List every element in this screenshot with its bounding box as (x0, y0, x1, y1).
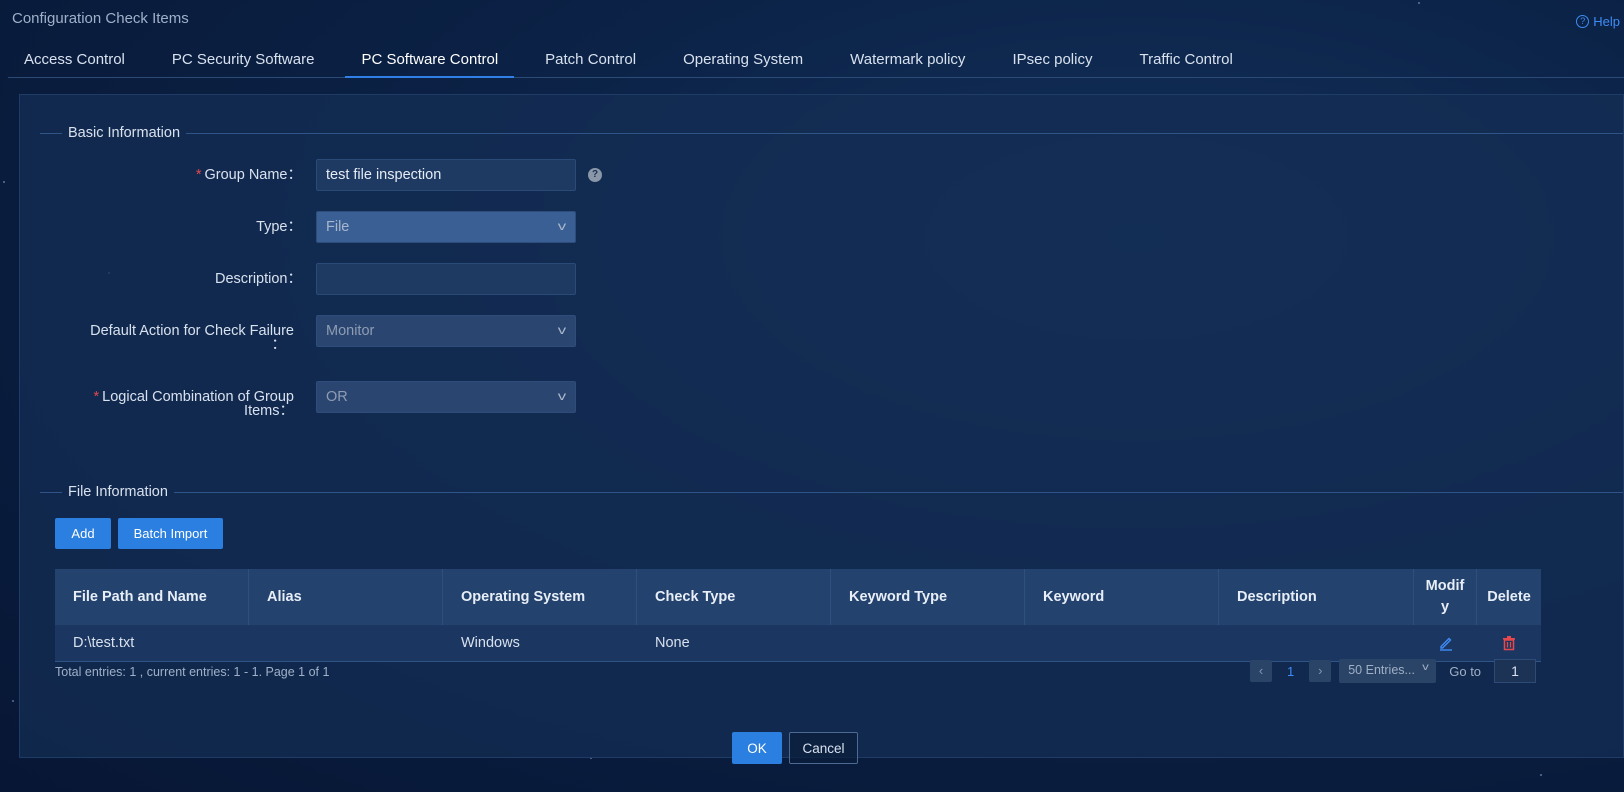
column-header: Keyword Type (831, 569, 1025, 625)
prev-page-button[interactable]: ‹ (1250, 660, 1272, 682)
cell-os: Windows (461, 635, 520, 651)
section-title: Basic Information (68, 125, 181, 141)
tab-pc-security-software[interactable]: PC Security Software (156, 44, 331, 78)
cell-keyword (1025, 625, 1219, 661)
column-header: Check Type (637, 569, 831, 625)
type-row: Type： File v (20, 211, 640, 243)
cell-alias (249, 625, 443, 661)
required-marker: * (195, 167, 202, 183)
batch-import-button[interactable]: Batch Import (118, 518, 223, 549)
tab-traffic-control[interactable]: Traffic Control (1123, 44, 1248, 78)
column-header: Keyword (1025, 569, 1219, 625)
type-label: Type： (256, 219, 302, 235)
description-label: Description： (214, 271, 302, 287)
help-link[interactable]: ? Help (1576, 14, 1620, 29)
tab-bar: Access Control PC Security Software PC S… (8, 44, 1624, 78)
type-select-value: File (326, 219, 350, 235)
column-header: Description (1219, 569, 1414, 625)
help-tooltip-icon[interactable]: ? (588, 168, 602, 182)
table-row: D:\test.txt Windows None (55, 625, 1541, 662)
default-action-row: Default Action for Check Failure ： Monit… (20, 315, 640, 355)
logical-combination-select[interactable]: OR v (316, 381, 576, 413)
pagination-summary: Total entries: 1 , current entries: 1 - … (55, 665, 330, 679)
tab-watermark-policy[interactable]: Watermark policy (834, 44, 981, 78)
cancel-button[interactable]: Cancel (789, 732, 858, 764)
section-title: File Information (68, 484, 168, 500)
description-input[interactable] (316, 263, 576, 295)
column-header: Modif y (1414, 569, 1477, 625)
help-label: Help (1593, 14, 1620, 29)
chevron-down-icon: v (557, 219, 567, 233)
tab-ipsec-policy[interactable]: IPsec policy (996, 44, 1108, 78)
logical-combination-select-value: OR (326, 389, 348, 405)
column-header: File Path and Name (55, 569, 249, 625)
table-body: D:\test.txt Windows None (55, 625, 1541, 662)
question-circle-icon: ? (1576, 15, 1590, 28)
description-row: Description： (20, 263, 640, 295)
current-page-number[interactable]: 1 (1287, 664, 1294, 679)
file-table: File Path and Name Alias Operating Syste… (55, 569, 1541, 662)
group-name-label: * Group Name： (195, 167, 302, 183)
logical-combination-label: * Logical Combination of Group Items： (93, 389, 295, 419)
add-button[interactable]: Add (55, 518, 111, 549)
delete-icon[interactable] (1477, 625, 1541, 661)
table-header: File Path and Name Alias Operating Syste… (55, 569, 1541, 625)
tab-access-control[interactable]: Access Control (8, 44, 141, 78)
chevron-down-icon: v (557, 323, 567, 337)
column-header: Alias (249, 569, 443, 625)
type-select[interactable]: File v (316, 211, 576, 243)
chevron-down-icon: v (1422, 662, 1429, 673)
star-decoration (3, 181, 5, 183)
cell-keyword-type (831, 625, 1025, 661)
edit-icon[interactable] (1414, 625, 1477, 661)
file-info-section-header: File Information (40, 482, 1623, 502)
default-action-select[interactable]: Monitor v (316, 315, 576, 347)
group-name-input[interactable]: test file inspection (316, 159, 576, 191)
goto-page-input[interactable]: 1 (1494, 659, 1537, 683)
cell-check-type: None (655, 635, 690, 651)
star-decoration (1418, 2, 1420, 4)
tab-operating-system[interactable]: Operating System (667, 44, 819, 78)
column-header: Operating System (443, 569, 637, 625)
star-decoration (12, 700, 14, 702)
page-size-select[interactable]: 50 Entries... v (1339, 659, 1437, 683)
basic-info-section-header: Basic Information (40, 123, 1623, 143)
config-panel: Basic Information * Group Name： test file… (19, 94, 1624, 758)
star-decoration (1540, 774, 1542, 776)
goto-label: Go to (1449, 663, 1482, 679)
default-action-select-value: Monitor (326, 323, 375, 339)
required-marker: * (93, 389, 100, 405)
logical-combination-row: * Logical Combination of Group Items： OR … (20, 381, 640, 421)
tab-pc-software-control[interactable]: PC Software Control (345, 44, 515, 78)
chevron-down-icon: v (557, 389, 567, 403)
group-name-row: * Group Name： test file inspection ? (20, 159, 640, 191)
tab-patch-control[interactable]: Patch Control (529, 44, 652, 78)
pagination: ‹ 1 › 50 Entries... v Go to 1 (1250, 659, 1537, 683)
cell-path: D:\test.txt (73, 635, 135, 651)
page-title: Configuration Check Items (12, 10, 189, 27)
default-action-label: Default Action for Check Failure ： (90, 323, 294, 353)
cell-description (1219, 625, 1414, 661)
column-header: Delete (1487, 588, 1531, 605)
next-page-button[interactable]: › (1309, 660, 1332, 682)
ok-button[interactable]: OK (732, 732, 782, 764)
